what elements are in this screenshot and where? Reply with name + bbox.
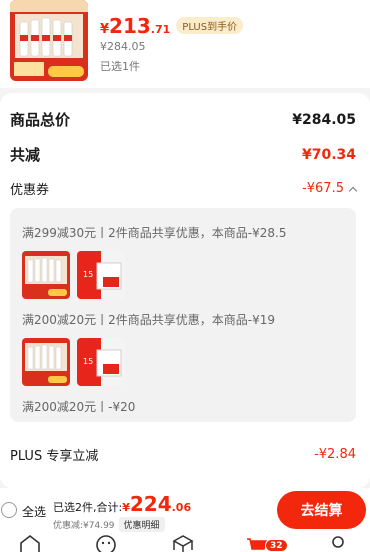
saved-line: 优惠减:¥74.99 优惠明细 xyxy=(53,517,165,532)
chevron-up-icon xyxy=(348,186,358,195)
total-label: 商品总价 xyxy=(10,111,71,129)
tab-bar xyxy=(0,534,370,552)
plus-discount-value: -¥2.84 xyxy=(314,447,356,462)
original-price: ¥284.05 xyxy=(100,40,146,53)
plus-price-tag: PLUS到手价 xyxy=(176,17,244,34)
plus-discount-row: PLUS 专享立减 -¥2.84 xyxy=(10,445,356,464)
cart-badge: 32 xyxy=(265,539,288,552)
coupon-item: 满200减20元丨2件商品共享优惠，本商品-¥19 xyxy=(22,313,276,327)
product-thumb-gift[interactable]: 15 xyxy=(77,338,125,386)
smile-icon[interactable] xyxy=(95,534,117,552)
svg-text:15: 15 xyxy=(83,357,93,366)
coupon-toggle[interactable]: -¥67.5 xyxy=(302,181,358,196)
product-image[interactable] xyxy=(10,0,88,81)
selected-count: 已选1件 xyxy=(100,60,140,73)
coupon-products: 15 xyxy=(22,338,125,386)
price-decimal: .71 xyxy=(150,23,171,36)
saved-amount: 优惠减:¥74.99 xyxy=(53,521,115,531)
svg-text:15: 15 xyxy=(83,270,93,279)
discount-detail-button[interactable]: 优惠明细 xyxy=(118,517,165,532)
product-thumb-liquor[interactable] xyxy=(22,338,70,386)
total-symbol: ¥ xyxy=(122,501,130,514)
coupon-products: 15 xyxy=(22,251,125,299)
home-icon[interactable] xyxy=(19,534,41,552)
selected-total-label: 已选2件,合计: xyxy=(53,501,123,514)
discount-row: 共减 ¥70.34 xyxy=(10,144,356,165)
coupon-item: 满200减20元丨-¥20 xyxy=(22,400,136,414)
discount-value: ¥70.34 xyxy=(301,146,356,163)
product-card: ¥ 213 .71 PLUS到手价 ¥284.05 已选1件 xyxy=(0,0,370,88)
select-all-label[interactable]: 全选 xyxy=(22,503,46,520)
total-integer: 224 xyxy=(129,492,172,516)
checkout-button[interactable]: 去结算 xyxy=(277,491,366,529)
product-thumb-liquor[interactable] xyxy=(22,251,70,299)
discount-detail-panel: 商品总价 ¥284.05 共减 ¥70.34 优惠券 -¥67.5 满299减3… xyxy=(0,93,370,488)
checkout-bar: 全选 已选2件,合计: ¥ 224 .06 优惠减:¥74.99 优惠明细 去结… xyxy=(0,488,370,534)
box-icon[interactable] xyxy=(172,534,194,552)
price-integer: 213 xyxy=(109,14,151,38)
coupon-value: -¥67.5 xyxy=(302,181,344,196)
plus-price: ¥ 213 .71 PLUS到手价 xyxy=(100,14,244,38)
discount-label: 共减 xyxy=(10,146,41,164)
total-summary: 已选2件,合计: ¥ 224 .06 xyxy=(53,492,191,516)
coupon-item: 满299减30元丨2件商品共享优惠，本商品-¥28.5 xyxy=(22,226,287,240)
total-decimal: .06 xyxy=(171,501,192,514)
coupon-label: 优惠券 xyxy=(10,183,50,198)
total-value: ¥284.05 xyxy=(292,111,356,128)
coupon-row[interactable]: 优惠券 -¥67.5 xyxy=(10,179,358,198)
total-row: 商品总价 ¥284.05 xyxy=(10,109,356,130)
price-symbol: ¥ xyxy=(100,22,110,37)
select-all-radio[interactable] xyxy=(1,502,17,518)
product-thumb-gift[interactable]: 15 xyxy=(77,251,125,299)
user-icon[interactable] xyxy=(327,534,349,552)
coupon-list: 满299减30元丨2件商品共享优惠，本商品-¥28.5 15 满200减20元丨… xyxy=(10,208,356,422)
plus-discount-label: PLUS 专享立减 xyxy=(10,449,99,464)
